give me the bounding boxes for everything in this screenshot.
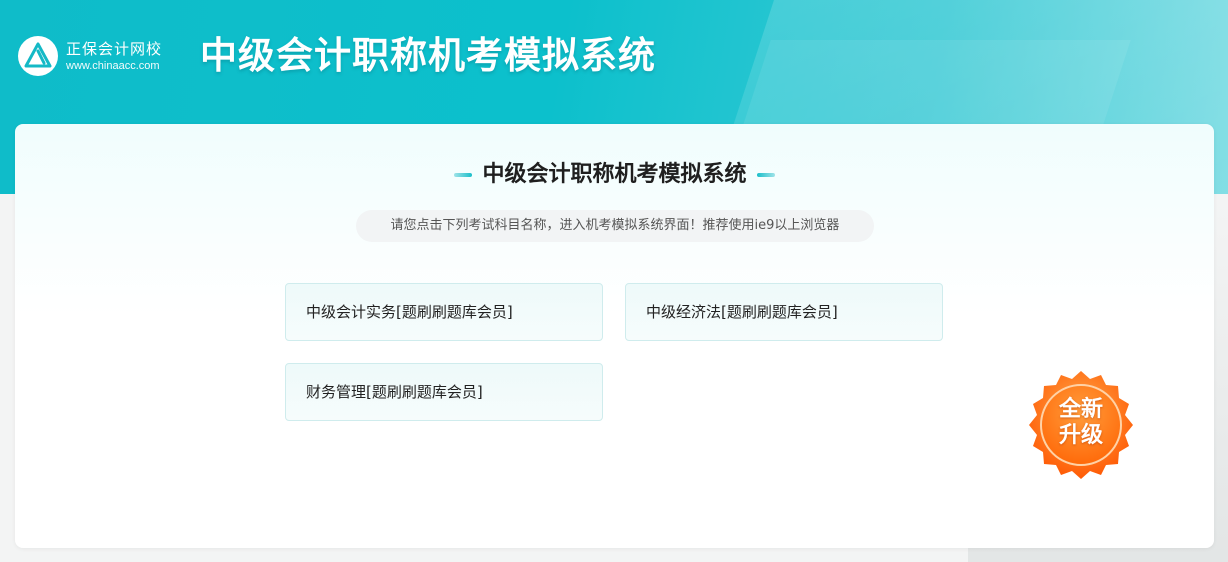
main-card: 中级会计职称机考模拟系统 请您点击下列考试科目名称，进入机考模拟系统界面！推荐使…: [15, 124, 1214, 548]
exam-link-accounting-practice[interactable]: 中级会计实务[题刷刷题库会员]: [285, 283, 603, 341]
exam-link-economic-law[interactable]: 中级经济法[题刷刷题库会员]: [625, 283, 943, 341]
logo-text: 正保会计网校 www.chinaacc.com: [66, 40, 162, 73]
hint-banner: 请您点击下列考试科目名称，进入机考模拟系统界面！推荐使用ie9以上浏览器: [356, 210, 874, 242]
badge-line-1: 全新: [1058, 397, 1103, 422]
exam-link-financial-management[interactable]: 财务管理[题刷刷题库会员]: [285, 363, 603, 421]
logo-icon: [18, 36, 58, 76]
site-logo[interactable]: 正保会计网校 www.chinaacc.com: [18, 36, 162, 76]
upgrade-badge[interactable]: 全新 升级: [1025, 369, 1137, 481]
title-dash-left: [454, 173, 473, 177]
logo-url: www.chinaacc.com: [66, 59, 160, 72]
page-title: 中级会计职称机考模拟系统: [200, 34, 656, 77]
logo-name: 正保会计网校: [66, 39, 163, 58]
badge-line-2: 升级: [1058, 423, 1103, 448]
title-dash-right: [756, 173, 775, 177]
section-title: 中级会计职称机考模拟系统: [15, 160, 1214, 190]
section-title-text: 中级会计职称机考模拟系统: [482, 162, 747, 187]
badge-text: 全新 升级: [1025, 397, 1137, 449]
